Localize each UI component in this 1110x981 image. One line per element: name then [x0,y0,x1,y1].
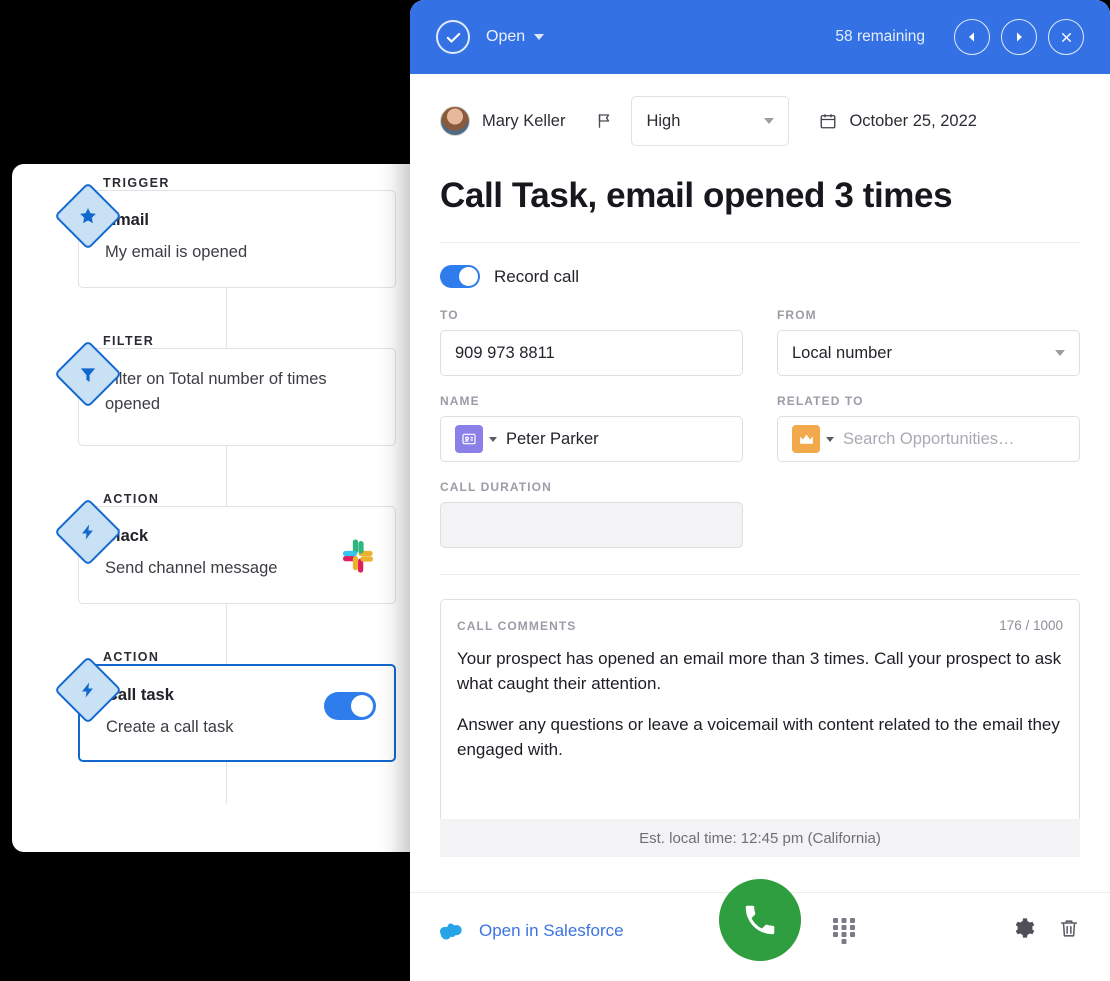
page-title: Call Task, email opened 3 times [440,176,953,215]
name-label: NAME [440,394,480,408]
from-value: Local number [792,343,892,362]
call-comments-text: Your prospect has opened an email more t… [457,647,1063,763]
call-comments-box[interactable]: CALL COMMENTS 176 / 1000 Your prospect h… [440,599,1080,819]
screenshot-stage: TRIGGER Email My email is opened FILTER [0,0,1110,981]
call-actions-bar: Open in Salesforce [410,879,1110,968]
from-label: FROM [777,308,817,322]
remaining-count: 58 remaining [835,28,925,45]
priority-select[interactable]: High [631,96,790,146]
call-duration-label: CALL DURATION [440,480,552,494]
call-panel-header: Open 58 remaining [410,0,1110,74]
crown-icon [792,425,820,453]
call-fields: TO 909 973 8811 FROM Local number NAME P… [410,288,1110,548]
call-duration-input [440,502,743,548]
comment-paragraph: Your prospect has opened an email more t… [457,649,1062,693]
next-arrow-icon[interactable] [1001,19,1037,55]
to-input[interactable]: 909 973 8811 [440,330,743,376]
related-to-placeholder: Search Opportunities… [843,429,1015,448]
workflow-card-subtitle: Send channel message [105,558,278,577]
workflow-step-kicker: ACTION [100,492,163,506]
record-call-row: Record call [410,243,1110,288]
contact-card-icon [455,425,483,453]
comment-paragraph: Answer any questions or leave a voicemai… [457,715,1060,759]
slack-logo [342,539,374,573]
prev-arrow-icon[interactable] [954,19,990,55]
workflow-card-subtitle: Filter on Total number of times opened [105,370,327,413]
status-label: Open [486,28,526,45]
divider [440,574,1080,575]
salesforce-cloud-icon [440,923,462,940]
calendar-icon [819,112,837,130]
flag-icon [595,111,613,131]
chevron-down-icon[interactable] [826,436,834,442]
priority-value: High [646,111,681,130]
name-input[interactable]: Peter Parker [440,416,743,462]
owner-name: Mary Keller [482,111,566,130]
workflow-step-action-call-task[interactable]: ACTION Call task Create a call task [54,650,396,762]
gear-icon[interactable] [1012,916,1036,945]
workflow-card[interactable]: Slack Send channel message [78,506,396,604]
chevron-down-icon [534,34,545,40]
call-comments-section: CALL COMMENTS 176 / 1000 Your prospect h… [410,599,1110,819]
name-value: Peter Parker [506,429,599,448]
open-in-salesforce-label: Open in Salesforce [479,920,624,940]
call-task-panel: Open 58 remaining Mary Keller High Octob… [410,0,1110,981]
status-dropdown[interactable]: Open [486,28,545,46]
record-call-label: Record call [494,266,580,286]
phone-icon[interactable] [719,879,801,961]
workflow-step-trigger[interactable]: TRIGGER Email My email is opened [54,176,396,288]
open-in-salesforce-link[interactable]: Open in Salesforce [440,921,624,941]
to-label: TO [440,308,459,322]
record-call-toggle[interactable] [440,265,480,288]
to-value: 909 973 8811 [455,343,555,362]
due-date: October 25, 2022 [849,111,977,130]
workflow-card-title: Email [105,211,150,229]
workflow-panel: TRIGGER Email My email is opened FILTER [12,164,452,852]
call-comments-label: CALL COMMENTS [457,619,577,633]
workflow-card-toggle[interactable] [324,692,376,720]
dialpad-icon[interactable] [833,917,855,944]
check-circle-icon[interactable] [436,20,470,54]
workflow-card[interactable]: Filter on Total number of times opened [78,348,396,446]
local-time-banner: Est. local time: 12:45 pm (California) [440,819,1080,857]
from-select[interactable]: Local number [777,330,1080,376]
workflow-step-kicker: TRIGGER [100,176,173,190]
workflow-step-kicker: ACTION [100,650,163,664]
workflow-card[interactable]: Call task Create a call task [78,664,396,762]
workflow-card[interactable]: Email My email is opened [78,190,396,288]
chevron-down-icon[interactable] [489,436,497,442]
workflow-step-kicker: FILTER [100,334,158,348]
workflow-card-title: Slack [105,527,149,545]
trash-icon[interactable] [1058,917,1080,945]
workflow-card-subtitle: My email is opened [105,242,248,261]
chevron-down-icon [1055,350,1065,356]
character-counter: 176 / 1000 [999,618,1063,633]
workflow-step-filter[interactable]: FILTER Filter on Total number of times o… [54,334,396,446]
related-to-label: RELATED TO [777,394,864,408]
task-meta-row: Mary Keller High October 25, 2022 [410,74,1110,156]
workflow-step-action-slack[interactable]: ACTION Slack Send channel message [54,492,396,604]
avatar [440,106,470,136]
chevron-down-icon [764,118,775,124]
related-to-input[interactable]: Search Opportunities… [777,416,1080,462]
close-icon[interactable] [1048,19,1084,55]
